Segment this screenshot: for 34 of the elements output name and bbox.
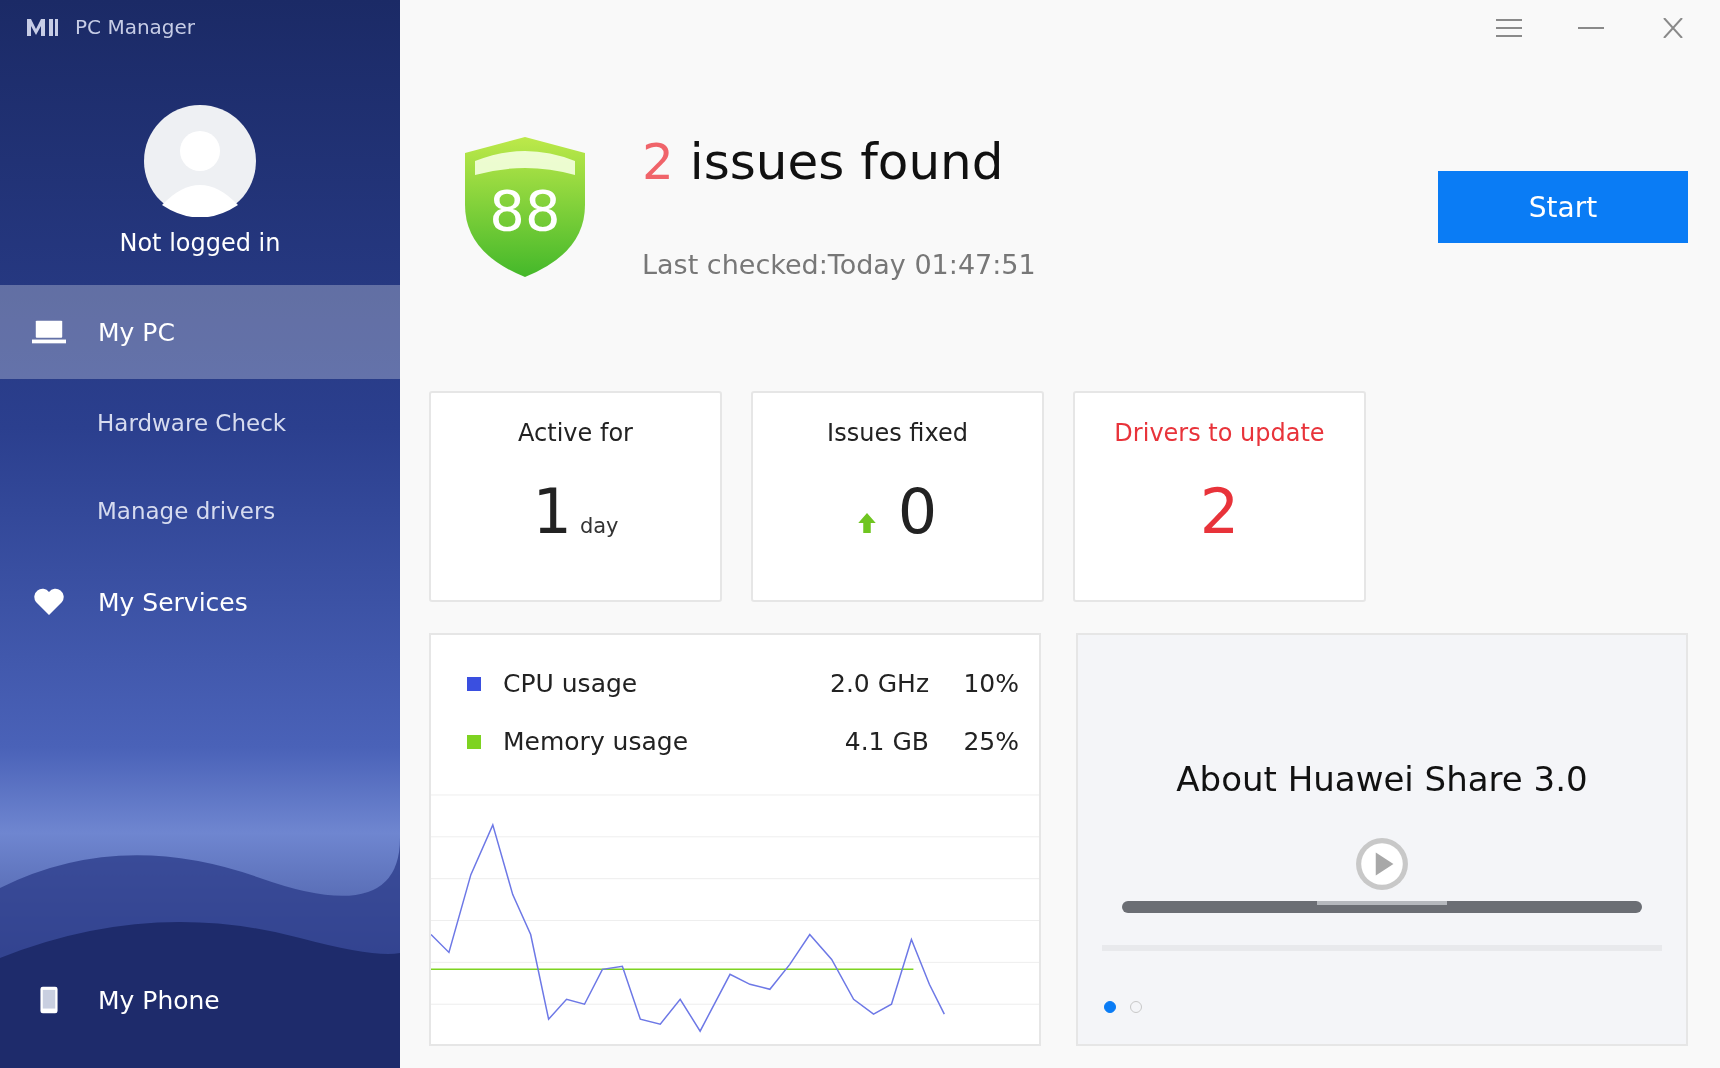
- stat-value: 1: [532, 474, 572, 548]
- usage-percent: 10%: [962, 669, 1019, 699]
- sidebar-item[interactable]: My PC: [0, 285, 400, 379]
- heart-icon: [32, 588, 66, 616]
- avatar-icon: [144, 105, 256, 217]
- promo-title: About Huawei Share 3.0: [1176, 758, 1588, 799]
- sidebar-subitem[interactable]: Hardware Check: [0, 379, 400, 467]
- shield-icon: [463, 135, 587, 280]
- logo-icon: [25, 16, 59, 38]
- menu-icon[interactable]: [1496, 17, 1522, 38]
- laptop-icon: [32, 318, 66, 346]
- login-status[interactable]: Not logged in: [119, 229, 281, 257]
- play-button-icon[interactable]: [1355, 836, 1409, 891]
- stat-title: Issues fixed: [827, 418, 968, 447]
- page-indicator-dot[interactable]: [1104, 1000, 1116, 1013]
- usage-label: Memory usage: [503, 727, 690, 757]
- usage-label: CPU usage: [503, 669, 639, 699]
- score-value: 88: [489, 177, 561, 243]
- issue-count: 2: [642, 133, 674, 192]
- stat-value: 2: [1199, 474, 1240, 548]
- sidebar-item[interactable]: My Services: [0, 555, 400, 649]
- stat-title: Active for: [518, 418, 633, 447]
- close-icon[interactable]: [1660, 17, 1686, 38]
- issues-label: issues found: [689, 133, 1004, 192]
- stat-title: Drivers to update: [1114, 418, 1325, 447]
- stat-unit: day: [579, 513, 619, 538]
- app-title: PC Manager: [75, 15, 196, 39]
- last-checked-text: Last checked:Today 01:47:51: [642, 249, 1036, 281]
- stat-value: 0: [897, 474, 938, 548]
- usage-amount: 2.0 GHz: [829, 669, 929, 699]
- usage-amount: 4.1 GB: [843, 727, 929, 757]
- sidebar-subitem[interactable]: Manage drivers: [0, 467, 400, 555]
- start-button[interactable]: Start: [1438, 171, 1688, 244]
- usage-percent: 25%: [962, 727, 1019, 757]
